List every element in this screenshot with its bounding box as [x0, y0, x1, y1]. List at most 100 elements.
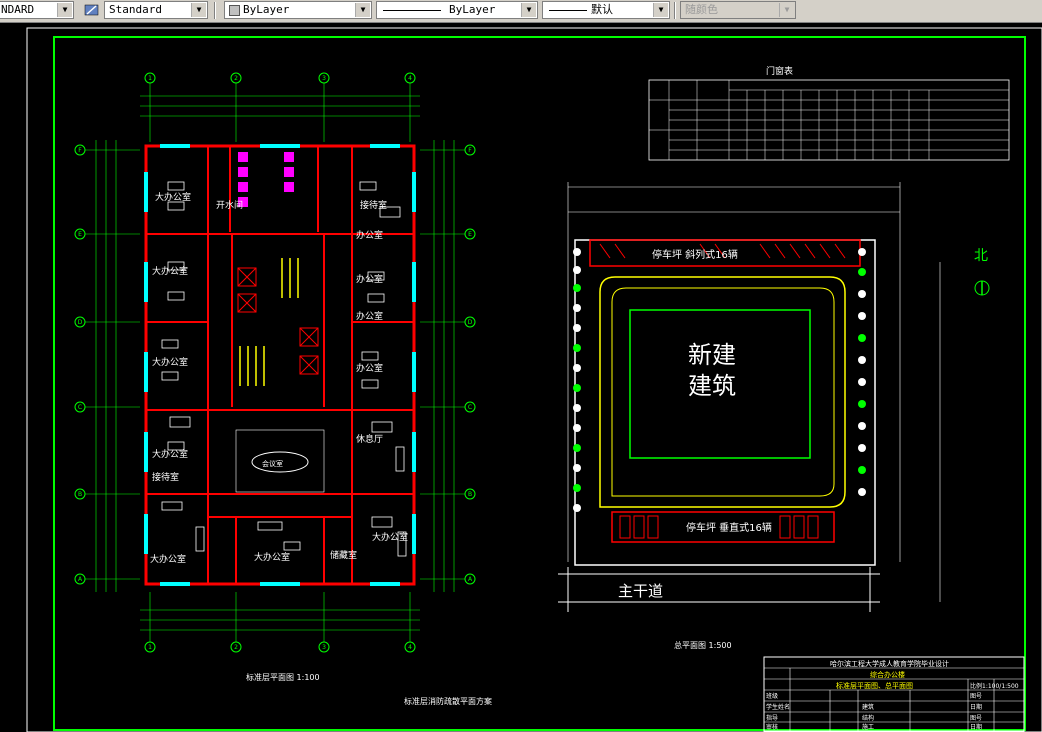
room-label: 大办公室 [150, 553, 186, 565]
svg-text:4: 4 [408, 644, 412, 651]
svg-text:3: 3 [322, 75, 326, 82]
room-label: 开水间 [216, 199, 243, 211]
drawing-name: 标准层平面图、总平面图 [836, 681, 913, 690]
color-value: ByLayer [243, 3, 290, 16]
tb-cell: 建筑 [862, 703, 874, 711]
floor-plan: 1 2 3 4 1 2 3 4 F E D C B A F E D C B A 大办公室 开水间 接待室 办公室… [74, 72, 492, 706]
tb-cell: 图号 [970, 715, 982, 722]
svg-text:E: E [468, 231, 472, 238]
room-label: 大办公室 [155, 191, 191, 203]
svg-text:F: F [78, 147, 82, 154]
room-labels: 大办公室 开水间 接待室 办公室 大办公室 办公室 办公室 大办公室 办公室 休… [150, 191, 408, 565]
svg-text:D: D [78, 319, 83, 326]
project-name: 综合办公楼 [870, 670, 905, 679]
site-dimensions [567, 182, 941, 602]
dim-style-value: Standard [109, 3, 162, 16]
room-label: 休息厅 [356, 433, 383, 445]
road-label: 主干道 [618, 582, 663, 600]
school-name: 哈尔滨工程大学成人教育学院毕业设计 [830, 659, 949, 668]
text-style-value: NDARD [1, 3, 35, 16]
tb-cell: 施工 [862, 723, 874, 731]
linetype-dropdown[interactable]: ByLayer ▼ [376, 1, 538, 19]
room-label: 大办公室 [372, 531, 408, 543]
tb-cell: 结构 [862, 714, 874, 722]
text-style-dropdown[interactable]: NDARD ▼ [0, 1, 74, 19]
door-table-title: 门窗表 [766, 65, 793, 77]
elevators [237, 267, 319, 375]
svg-text:1: 1 [148, 644, 152, 651]
chevron-down-icon: ▼ [355, 3, 370, 17]
toilet-fixtures [238, 152, 294, 207]
svg-text:B: B [468, 491, 472, 498]
floor-plan-title: 标准层平面图 1:100 [246, 672, 320, 682]
room-label: 办公室 [356, 273, 383, 285]
svg-text:C: C [468, 404, 472, 411]
site-plan-title: 总平面图 1:500 [674, 640, 732, 650]
building-label: 建筑 [688, 372, 736, 400]
door-window-table: 门窗表 [648, 65, 1010, 161]
room-label: 办公室 [356, 229, 383, 241]
svg-text:B: B [78, 491, 82, 498]
tb-cell: 班级 [766, 692, 778, 700]
drawing-canvas[interactable]: 1 2 3 4 1 2 3 4 F E D C B A F E D C B A 大办公室 开水间 接待室 办公室… [0, 22, 1042, 732]
scale: 比例1:100/1:500 [970, 682, 1019, 690]
lineweight-dropdown[interactable]: 默认 ▼ [542, 1, 670, 19]
lineweight-preview [549, 10, 587, 11]
north-label: 北 [974, 248, 988, 264]
tb-cell: 学生姓名 [766, 703, 790, 711]
chevron-down-icon: ▼ [653, 3, 668, 17]
svg-text:A: A [468, 576, 473, 583]
dimension-style-icon [84, 4, 99, 16]
svg-text:F: F [468, 147, 472, 154]
svg-text:4: 4 [408, 75, 412, 82]
parking-top-label: 停车坪 斜列式16辆 [652, 248, 738, 261]
svg-text:1: 1 [148, 75, 152, 82]
room-label: 办公室 [356, 362, 383, 374]
svg-text:A: A [78, 576, 83, 583]
dim-style-dropdown[interactable]: Standard ▼ [104, 1, 208, 19]
chevron-down-icon: ▼ [57, 3, 72, 17]
room-label: 会议室 [262, 459, 283, 468]
chevron-down-icon: ▼ [521, 3, 536, 17]
tb-cell: 指导 [766, 714, 778, 722]
room-label: 大办公室 [152, 265, 188, 277]
room-label: 大办公室 [254, 551, 290, 563]
building-label: 新建 [688, 341, 736, 369]
tb-cell: 日期 [970, 723, 982, 731]
title-block: 哈尔滨工程大学成人教育学院毕业设计 综合办公楼 标准层平面图、总平面图 比例1:… [763, 656, 1025, 732]
color-dropdown[interactable]: ByLayer ▼ [224, 1, 372, 19]
stairs [239, 258, 299, 386]
room-label: 大办公室 [152, 448, 188, 460]
room-label: 大办公室 [152, 356, 188, 368]
chevron-down-icon: ▼ [191, 3, 206, 17]
room-label: 办公室 [356, 310, 383, 322]
svg-text:E: E [78, 231, 82, 238]
plot-style-value: 随颜色 [685, 3, 718, 16]
room-label: 接待室 [152, 471, 179, 483]
svg-text:2: 2 [234, 644, 238, 651]
tb-cell: 图号 [970, 693, 982, 700]
tb-cell: 日期 [970, 703, 982, 711]
plot-style-dropdown: 随颜色 ▼ [680, 1, 796, 19]
drawing-frame [53, 36, 1026, 731]
svg-text:D: D [468, 319, 473, 326]
site-plan: 停车坪 斜列式16辆 停车坪 垂直式16辆 新建 建筑 主干道 总平面图 1:5… [558, 182, 990, 650]
svg-text:2: 2 [234, 75, 238, 82]
color-swatch-icon [229, 5, 240, 16]
svg-text:3: 3 [322, 644, 326, 651]
toolbar-separator [214, 2, 216, 19]
main-road [558, 567, 880, 612]
svg-text:C: C [78, 404, 82, 411]
room-label: 接待室 [360, 199, 387, 211]
parking-bottom-label: 停车坪 垂直式16辆 [686, 521, 772, 534]
chevron-down-icon: ▼ [779, 3, 794, 17]
toolbar-separator [674, 2, 676, 19]
floor-plan-subtitle: 标准层消防疏散平面方案 [404, 696, 492, 706]
linetype-preview [383, 10, 441, 11]
tb-cell: 审核 [766, 723, 778, 731]
room-label: 储藏室 [330, 549, 357, 561]
dimension-style-button[interactable] [82, 1, 102, 19]
lineweight-value: 默认 [591, 3, 613, 16]
paper-border [26, 27, 1042, 732]
linetype-value: ByLayer [449, 3, 496, 16]
